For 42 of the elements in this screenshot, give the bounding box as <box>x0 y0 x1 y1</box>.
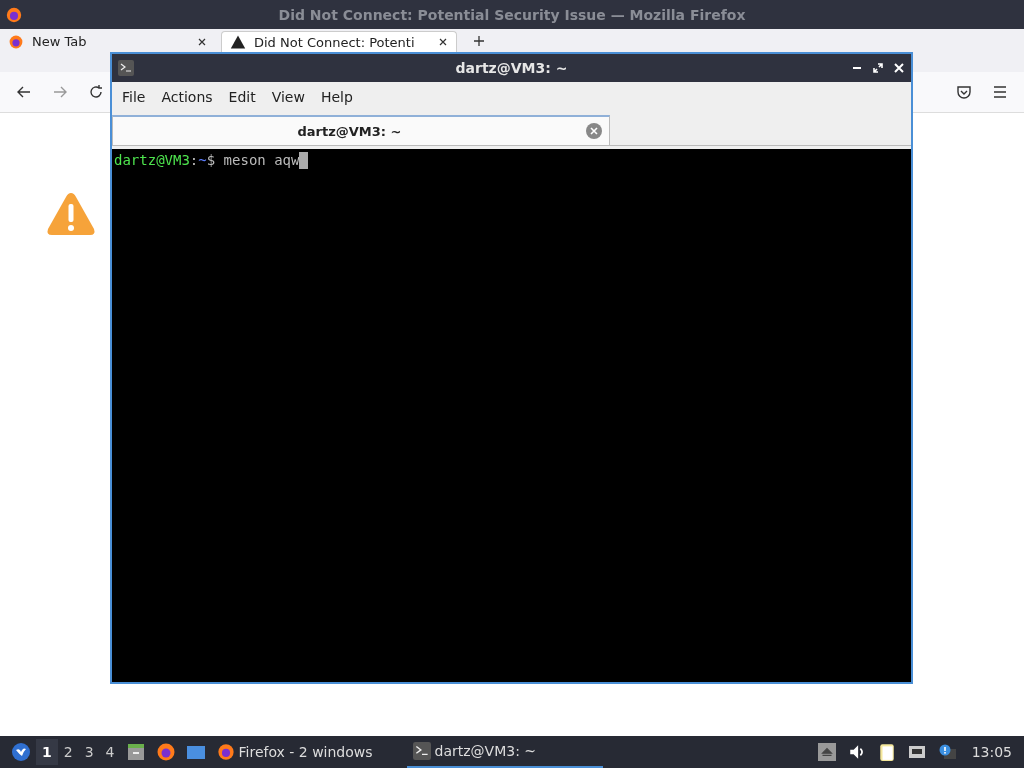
terminal-icon <box>412 742 431 760</box>
reload-icon[interactable] <box>88 84 104 100</box>
speaker-icon[interactable] <box>847 743 866 761</box>
menu-item[interactable]: View <box>263 89 313 105</box>
terminal-line: dartz@VM3:~$ meson aqw <box>114 151 300 169</box>
workspace-button[interactable]: 2 <box>57 739 79 765</box>
back-icon[interactable] <box>16 84 32 100</box>
window-title: dartz@VM3: ~ <box>455 60 568 76</box>
file-cabinet-icon[interactable] <box>125 742 146 762</box>
close-icon[interactable] <box>197 36 207 47</box>
window-title: Did Not Connect: Potential Security Issue — Mozilla Firefox <box>278 6 746 23</box>
browser-tab[interactable]: Did Not Connect: Potenti <box>221 31 457 52</box>
clipboard-icon[interactable] <box>877 743 896 761</box>
close-icon[interactable] <box>438 37 448 47</box>
pocket-icon[interactable] <box>956 84 972 100</box>
workspace-button[interactable]: 1 <box>36 739 58 765</box>
firefox-logo-icon[interactable] <box>155 742 176 762</box>
browser-tab[interactable]: New Tab <box>0 31 215 52</box>
warning-icon <box>230 34 246 50</box>
eject-icon[interactable] <box>817 743 836 761</box>
workspace-button[interactable]: 3 <box>78 739 100 765</box>
network-icon[interactable] <box>907 743 926 761</box>
workspace-button[interactable]: 4 <box>99 739 121 765</box>
menu-item[interactable]: Edit <box>220 89 264 105</box>
menu-item[interactable]: File <box>114 89 154 105</box>
clock: 13:05 <box>971 744 1012 760</box>
taskbar-button[interactable]: dartz@VM3: ~ <box>406 736 603 768</box>
firefox-logo-icon <box>216 743 235 761</box>
forward-icon[interactable] <box>52 84 68 100</box>
warning-icon <box>46 190 96 238</box>
firefox-logo-icon <box>5 5 23 24</box>
taskbar-button[interactable]: Firefox - 2 windows <box>210 736 407 768</box>
notification-icon[interactable] <box>937 743 956 761</box>
new-tab-icon[interactable] <box>473 35 485 47</box>
menu-icon[interactable] <box>992 84 1008 100</box>
terminal-icon <box>118 60 134 76</box>
menu-item[interactable]: Help <box>312 89 361 105</box>
firefox-logo-icon <box>8 33 24 50</box>
menu-item[interactable]: Actions <box>153 89 221 105</box>
text-cursor <box>299 151 309 169</box>
maximize-icon[interactable] <box>872 62 884 74</box>
terminal-tab[interactable]: dartz@VM3: ~ <box>112 115 610 145</box>
